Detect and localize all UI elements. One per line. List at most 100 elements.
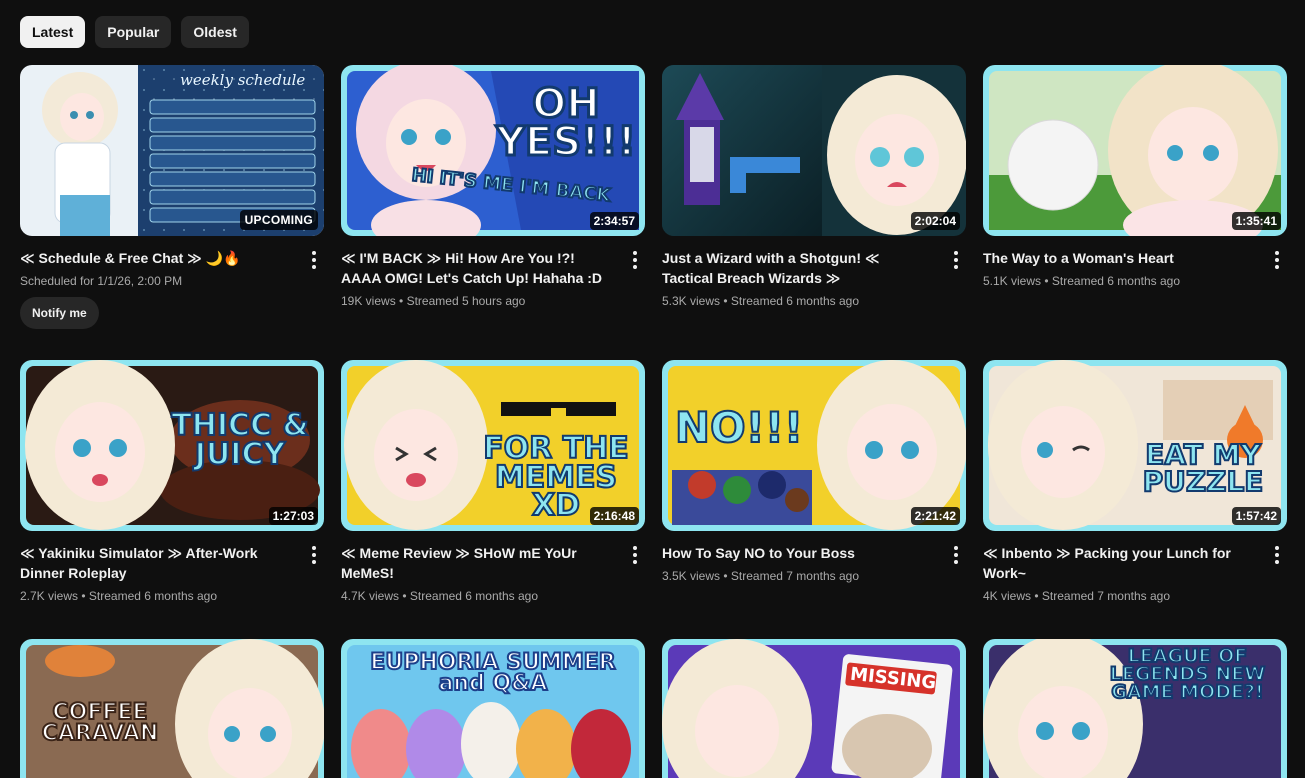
more-options-icon[interactable] [304, 543, 324, 567]
video-thumbnail[interactable]: EAT MY PUZZLE 1:57:42 [983, 360, 1287, 531]
video-card: OH YES!!! HI IT'S ME I'M BACK 2:34:57 ≪ I… [341, 65, 645, 360]
thumbnail-art [662, 639, 966, 778]
video-thumbnail[interactable]: 1:35:41 [983, 65, 1287, 236]
video-meta: Just a Wizard with a Shotgun! ≪ Tactical… [662, 248, 966, 308]
video-stats: 4K views • Streamed 7 months ago [983, 589, 1249, 603]
video-title[interactable]: How To Say NO to Your Boss [662, 543, 928, 563]
dot-separator: • [402, 589, 407, 603]
video-card: EUPHORIA SUMMER and Q&A [341, 639, 645, 778]
video-meta: ≪ I'M BACK ≫ Hi! How Are You !?! AAAA OM… [341, 248, 645, 308]
video-thumbnail[interactable]: COFFEE CARAVAN [20, 639, 324, 778]
video-title[interactable]: Just a Wizard with a Shotgun! ≪ Tactical… [662, 248, 928, 288]
video-meta: The Way to a Woman's Heart 5.1K views • … [983, 248, 1287, 288]
dot-separator: • [723, 569, 728, 583]
video-stats: 5.3K views • Streamed 6 months ago [662, 294, 928, 308]
video-thumbnail[interactable]: NO!!! 2:21:42 [662, 360, 966, 531]
video-duration: 2:34:57 [589, 212, 639, 230]
dot-separator: • [723, 294, 728, 308]
video-duration: 1:57:42 [1231, 507, 1281, 525]
stream-age: Streamed 6 months ago [409, 589, 538, 603]
view-count: 3.5K views [662, 569, 721, 583]
view-count: 4K views [983, 589, 1032, 603]
thumbnail-caption: NO!!! [674, 403, 804, 452]
video-thumbnail[interactable]: EUPHORIA SUMMER and Q&A [341, 639, 645, 778]
view-count: 5.3K views [662, 294, 721, 308]
view-count: 2.7K views [20, 589, 79, 603]
thumbnail-caption: OH YES!!! [495, 81, 638, 165]
stream-age: Streamed 5 hours ago [406, 294, 526, 308]
view-count: 4.7K views [341, 589, 400, 603]
view-count: 19K views [341, 294, 396, 308]
more-options-icon[interactable] [625, 248, 645, 272]
video-card: weekly schedule UPCOMING ≪ Schedule & Fr… [20, 65, 324, 360]
chip-popular[interactable]: Popular [95, 16, 172, 48]
video-meta: ≪ Meme Review ≫ SHoW mE YoUr MeMeS! 4.7K… [341, 543, 645, 603]
stream-age: Streamed 7 months ago [730, 569, 859, 583]
video-grid-row-3: COFFEE CARAVAN EUPHORIA SUMMER and Q&A M… [20, 639, 1287, 778]
video-meta: ≪ Yakiniku Simulator ≫ After-Work Dinner… [20, 543, 324, 603]
video-duration: 2:16:48 [589, 507, 639, 525]
chip-oldest[interactable]: Oldest [181, 16, 249, 48]
thumbnail-caption: EAT MY PUZZLE [1142, 438, 1265, 498]
video-thumbnail[interactable]: OH YES!!! HI IT'S ME I'M BACK 2:34:57 [341, 65, 645, 236]
video-grid: weekly schedule UPCOMING ≪ Schedule & Fr… [20, 65, 1287, 655]
video-thumbnail[interactable]: LEAGUE OF LEGENDS NEW GAME MODE?! [983, 639, 1287, 778]
video-card: 1:35:41 The Way to a Woman's Heart 5.1K … [983, 65, 1287, 360]
thumbnail-caption: THICC & JUICY [170, 408, 309, 472]
dot-separator: • [399, 294, 404, 308]
video-duration: 2:02:04 [910, 212, 960, 230]
video-title[interactable]: ≪ Schedule & Free Chat ≫ 🌙🔥 [20, 248, 286, 268]
view-count: 5.1K views [983, 274, 1042, 288]
thumbnail-art [983, 65, 1287, 236]
stream-age: Streamed 6 months ago [1051, 274, 1180, 288]
video-stats: 2.7K views • Streamed 6 months ago [20, 589, 286, 603]
video-meta: ≪ Schedule & Free Chat ≫ 🌙🔥 Scheduled fo… [20, 248, 324, 329]
video-title[interactable]: The Way to a Woman's Heart [983, 248, 1249, 268]
stream-age: Streamed 6 months ago [88, 589, 217, 603]
video-stats: 19K views • Streamed 5 hours ago [341, 294, 607, 308]
video-stats: 4.7K views • Streamed 6 months ago [341, 589, 607, 603]
video-meta: How To Say NO to Your Boss 3.5K views • … [662, 543, 966, 583]
notify-me-button[interactable]: Notify me [20, 297, 99, 329]
video-title[interactable]: ≪ Yakiniku Simulator ≫ After-Work Dinner… [20, 543, 286, 583]
video-thumbnail[interactable]: THICC & JUICY 1:27:03 [20, 360, 324, 531]
more-options-icon[interactable] [625, 543, 645, 567]
video-title[interactable]: ≪ Inbento ≫ Packing your Lunch for Work~ [983, 543, 1249, 583]
thumbnail-caption: EUPHORIA SUMMER and Q&A [369, 650, 616, 696]
chip-latest[interactable]: Latest [20, 16, 86, 48]
more-options-icon[interactable] [1267, 248, 1287, 272]
dot-separator: • [1034, 589, 1039, 603]
video-stats: 3.5K views • Streamed 7 months ago [662, 569, 928, 583]
thumbnail-caption: COFFEE CARAVAN [41, 700, 160, 746]
video-thumbnail[interactable]: 2:02:04 [662, 65, 966, 236]
video-card: 2:02:04 Just a Wizard with a Shotgun! ≪ … [662, 65, 966, 360]
video-card: MISSING [662, 639, 966, 778]
video-thumbnail[interactable]: FOR THE MEMES XD 2:16:48 [341, 360, 645, 531]
video-title[interactable]: ≪ Meme Review ≫ SHoW mE YoUr MeMeS! [341, 543, 607, 583]
more-options-icon[interactable] [946, 543, 966, 567]
video-card: COFFEE CARAVAN [20, 639, 324, 778]
video-thumbnail[interactable]: MISSING [662, 639, 966, 778]
filter-chips: Latest Popular Oldest [20, 16, 249, 48]
dot-separator: • [1044, 274, 1049, 288]
dot-separator: • [81, 589, 86, 603]
stream-age: Streamed 6 months ago [730, 294, 859, 308]
more-options-icon[interactable] [946, 248, 966, 272]
video-card: EAT MY PUZZLE 1:57:42 ≪ Inbento ≫ Packin… [983, 360, 1287, 655]
video-card: FOR THE MEMES XD 2:16:48 ≪ Meme Review ≫… [341, 360, 645, 655]
stream-age: Streamed 7 months ago [1041, 589, 1170, 603]
video-duration: 2:21:42 [910, 507, 960, 525]
upcoming-badge: UPCOMING [239, 210, 318, 230]
video-thumbnail[interactable]: weekly schedule UPCOMING [20, 65, 324, 236]
thumbnail-caption: LEAGUE OF LEGENDS NEW GAME MODE?! [1109, 645, 1266, 704]
video-card: THICC & JUICY 1:27:03 ≪ Yakiniku Simulat… [20, 360, 324, 655]
video-meta: ≪ Inbento ≫ Packing your Lunch for Work~… [983, 543, 1287, 603]
scheduled-time: Scheduled for 1/1/26, 2:00 PM [20, 274, 183, 288]
video-card: LEAGUE OF LEGENDS NEW GAME MODE?! [983, 639, 1287, 778]
more-options-icon[interactable] [304, 248, 324, 272]
video-card: NO!!! 2:21:42 How To Say NO to Your Boss… [662, 360, 966, 655]
video-duration: 1:35:41 [1231, 212, 1281, 230]
thumbnail-art [662, 65, 966, 236]
more-options-icon[interactable] [1267, 543, 1287, 567]
video-title[interactable]: ≪ I'M BACK ≫ Hi! How Are You !?! AAAA OM… [341, 248, 607, 288]
